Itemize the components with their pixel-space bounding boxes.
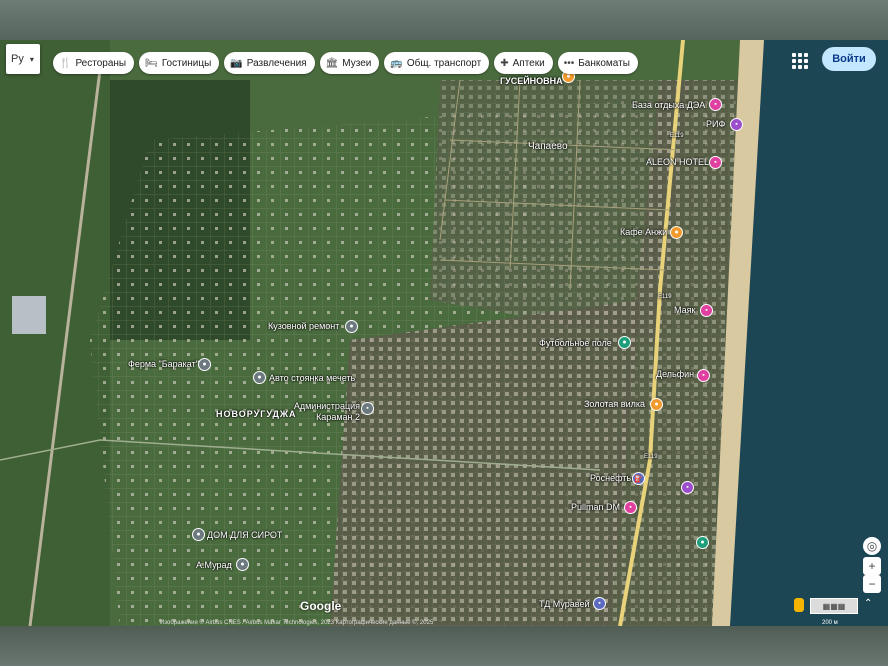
- chip-label: Аптеки: [512, 57, 545, 69]
- chip-label: Рестораны: [75, 57, 127, 69]
- chip-label: Банкоматы: [578, 57, 630, 69]
- chip-label: Развлечения: [246, 57, 307, 69]
- google-logo: Google: [300, 599, 342, 613]
- place-label-futbolnoe-pole[interactable]: Футбольное поле: [539, 338, 612, 348]
- shopping-pin-icon[interactable]: ▪: [593, 597, 606, 610]
- road-label-e119: E119: [644, 454, 658, 460]
- chevron-down-icon: ▾: [29, 54, 34, 64]
- language-label: Ру: [11, 53, 24, 65]
- place-label-mayak[interactable]: Маяк: [674, 305, 695, 315]
- chip-hotels[interactable]: 🛏 Гостиницы: [139, 52, 220, 74]
- place-pin-icon[interactable]: ●: [192, 528, 205, 541]
- sport-pin-icon[interactable]: ●: [618, 336, 631, 349]
- place-pin-icon[interactable]: ●: [198, 358, 211, 371]
- satellite-map[interactable]: НОВОРУГУДЖА ГУСЕЙНОВНА Чапаево ● База от…: [0, 40, 888, 626]
- pharmacy-icon: ✚: [500, 57, 509, 69]
- category-chips: 🍴 Рестораны 🛏 Гостиницы 📷 Развлечения 🏛 Музе…: [53, 52, 638, 74]
- chip-transit[interactable]: 🚌 Общ. транспорт: [384, 52, 490, 74]
- parking-pin-icon[interactable]: ●: [253, 371, 266, 384]
- place-label-chapaevo[interactable]: Чапаево: [528, 141, 568, 152]
- chip-pharmacies[interactable]: ✚ Аптеки: [494, 52, 553, 74]
- place-label-guseinovna[interactable]: ГУСЕЙНОВНА: [500, 76, 563, 86]
- hotel-pin-icon[interactable]: ▪: [709, 156, 722, 169]
- chip-atms[interactable]: ••• Банкоматы: [557, 52, 638, 74]
- place-label-dom-dlya-sirot[interactable]: ДОМ ДЛЯ СИРОТ: [207, 530, 282, 540]
- place-label-td-muravei[interactable]: ТД Муравей: [539, 599, 590, 609]
- my-location-icon[interactable]: ◎: [863, 537, 881, 555]
- chevron-up-icon[interactable]: ⌃: [864, 598, 872, 609]
- restaurant-pin-icon[interactable]: ●: [650, 398, 663, 411]
- blurred-top-border: [0, 0, 888, 40]
- chip-entertainment[interactable]: 📷 Развлечения: [224, 52, 315, 74]
- chip-museums[interactable]: 🏛 Музеи: [319, 52, 380, 74]
- place-label-zolotaya-vilka[interactable]: Золотая вилка: [584, 399, 645, 409]
- place-label-avto-stoyanka[interactable]: Авто стоянка мечеть: [269, 373, 355, 383]
- zoom-out-button[interactable]: −: [863, 575, 881, 593]
- atm-icon: •••: [563, 57, 575, 69]
- hotel-pin-icon[interactable]: ▪: [709, 98, 722, 111]
- place-label-a-murad[interactable]: А.Мурад: [196, 560, 232, 570]
- hotel-pin-icon[interactable]: ▪: [624, 501, 637, 514]
- chip-label: Гостиницы: [161, 57, 212, 69]
- place-label-rosneft[interactable]: Роснефть: [590, 473, 631, 483]
- road-label-e119: E119: [670, 133, 684, 139]
- government-pin-icon[interactable]: ▪: [361, 402, 374, 415]
- place-label-aleon-hotel[interactable]: ALEON HOTEL: [646, 157, 709, 167]
- chip-restaurants[interactable]: 🍴 Рестораны: [53, 52, 135, 74]
- chip-label: Музеи: [342, 57, 372, 69]
- place-label-administratsiya[interactable]: Администрация Караман 2: [276, 401, 360, 423]
- street-view-pegman-icon[interactable]: [794, 598, 804, 612]
- place-label-rif[interactable]: РИФ: [706, 119, 725, 129]
- place-label-pullman-dm[interactable]: Pullman DM: [571, 502, 620, 512]
- hotel-pin-icon[interactable]: ▪: [700, 304, 713, 317]
- language-selector[interactable]: Ру ▾: [6, 44, 40, 74]
- place-label-baza-dea[interactable]: База отдыха ДЭА: [632, 100, 705, 110]
- park-pin-icon[interactable]: ●: [696, 536, 709, 549]
- road-label-e119: E119: [658, 294, 672, 300]
- sign-in-button[interactable]: Войти: [822, 47, 876, 71]
- fork-knife-icon: 🍴: [59, 57, 72, 69]
- cafe-pin-icon[interactable]: ●: [670, 226, 683, 239]
- hotel-pin-icon[interactable]: ▪: [697, 369, 710, 382]
- place-pin-icon[interactable]: ●: [236, 558, 249, 571]
- apps-grid-icon[interactable]: [790, 51, 810, 71]
- hotel-pin-icon[interactable]: ▪: [730, 118, 743, 131]
- place-label-kuzovnoi-remont[interactable]: Кузовной ремонт: [268, 321, 339, 331]
- chip-label: Общ. транспорт: [406, 57, 482, 69]
- bus-icon: 🚌: [390, 57, 403, 69]
- layers-toggle[interactable]: ▦▦▦: [810, 598, 858, 614]
- service-pin-icon[interactable]: ●: [345, 320, 358, 333]
- gas-station-pin-icon[interactable]: ⛽: [632, 472, 645, 485]
- blurred-bottom-border: [0, 626, 888, 666]
- bed-icon: 🛏: [145, 57, 158, 69]
- place-label-delfin[interactable]: Дельфин: [656, 369, 694, 379]
- map-imagery: [0, 40, 888, 626]
- camera-icon: 📷: [230, 57, 243, 69]
- shop-pin-icon[interactable]: ▪: [681, 481, 694, 494]
- zoom-in-button[interactable]: +: [863, 557, 881, 575]
- museum-icon: 🏛: [325, 57, 339, 69]
- place-label-kafe-anzhi[interactable]: Кафе Анжи: [620, 227, 667, 237]
- place-label-ferma-barakat[interactable]: Ферма "Баракат": [128, 359, 199, 369]
